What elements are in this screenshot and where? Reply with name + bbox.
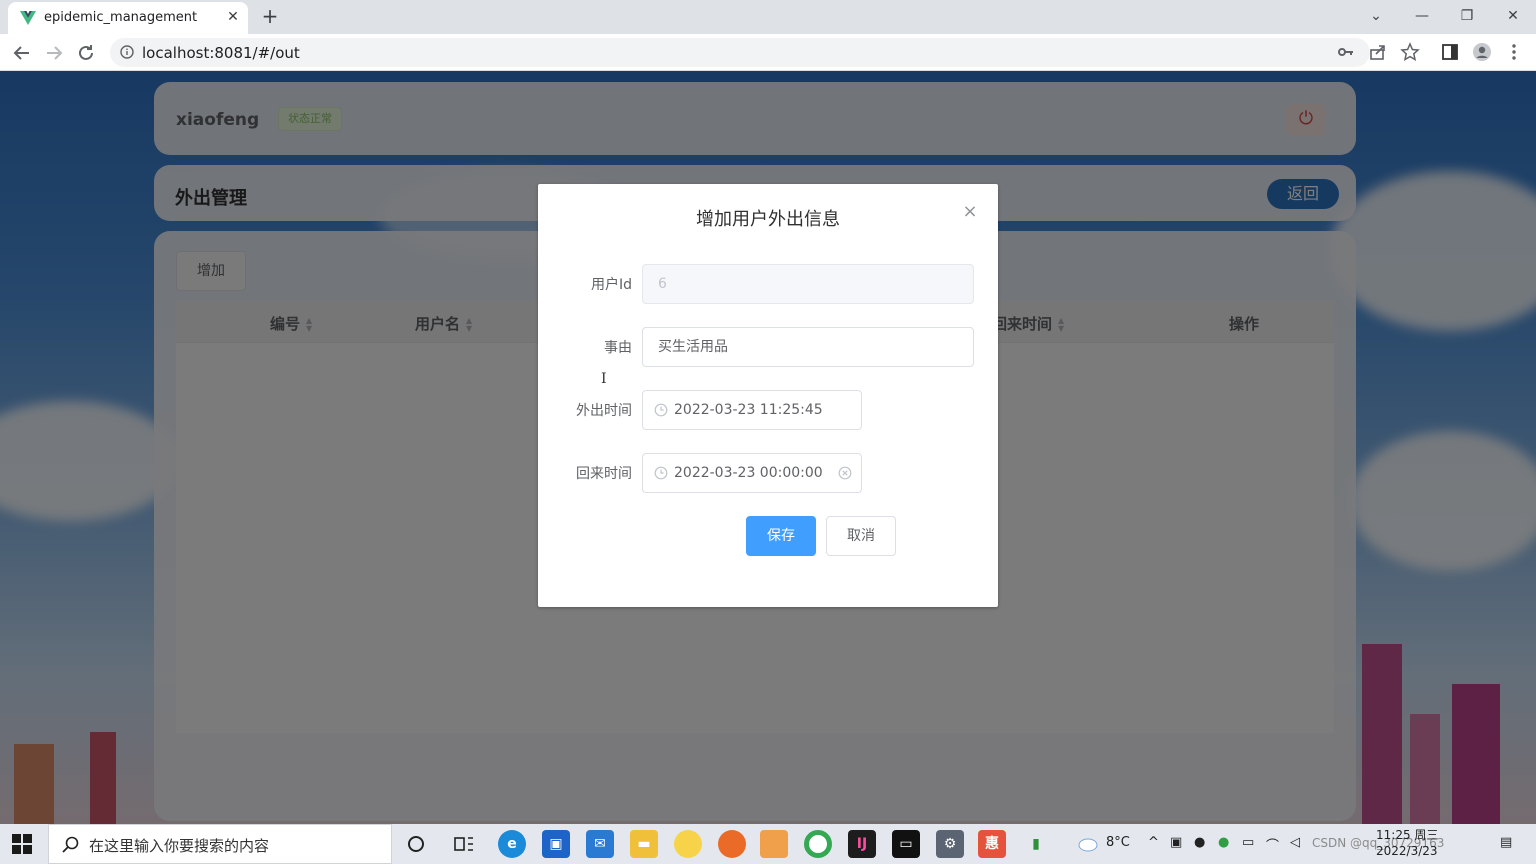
notes-app-icon[interactable] (674, 830, 702, 858)
browser-tab[interactable]: epidemic_management ✕ (8, 2, 248, 34)
tab-search-icon[interactable]: ⌄ (1362, 4, 1390, 28)
out-time-picker[interactable]: 2022-03-23 11:25:45 (642, 390, 862, 430)
site-info-icon[interactable] (120, 45, 134, 59)
windows-taskbar: 在这里输入你要搜索的内容 e ▣ ✉ ▬ IJ ▭ ⚙ 惠 ▮ 8°C ^ ▣ … (0, 824, 1536, 864)
qq-icon[interactable] (760, 830, 788, 858)
out-time-label: 外出时间 (576, 403, 632, 419)
notification-icon[interactable]: ▤ (1500, 835, 1512, 850)
tray-qq-icon[interactable]: ● (1194, 835, 1205, 850)
search-placeholder: 在这里输入你要搜索的内容 (89, 837, 270, 855)
clock-date: 2022/3/23 (1376, 844, 1438, 858)
taskbar-search-box[interactable]: 在这里输入你要搜索的内容 (48, 824, 392, 864)
more-menu-icon[interactable] (1504, 42, 1524, 62)
taskbar-clock[interactable]: 11:25 周三 2022/3/23 (1376, 827, 1438, 859)
add-out-info-dialog: 增加用户外出信息 × 用户Id 6 事由 买生活用品 外出时间 2022-03-… (538, 184, 998, 607)
tray-sync-icon[interactable]: ● (1218, 835, 1229, 850)
browser-toolbar: localhost:8081/#/out (0, 34, 1536, 71)
profile-avatar-icon[interactable] (1472, 42, 1492, 62)
reason-input[interactable]: 买生活用品 (642, 327, 974, 367)
bookmark-star-icon[interactable] (1400, 42, 1420, 62)
tray-volume-icon[interactable]: ◁ (1290, 835, 1300, 850)
new-tab-button[interactable]: + (258, 5, 282, 29)
windows-start-icon[interactable] (12, 834, 32, 854)
minimize-button[interactable]: — (1408, 4, 1436, 28)
chrome-icon[interactable] (804, 830, 832, 858)
browser-tab-strip: epidemic_management ✕ + ⌄ — ❐ ✕ (0, 0, 1536, 34)
user-id-label: 用户Id (590, 277, 632, 293)
dialog-close-icon[interactable]: × (960, 202, 980, 222)
clear-circle-icon[interactable] (838, 466, 852, 480)
save-button[interactable]: 保存 (746, 516, 816, 556)
back-arrow-icon[interactable] (10, 41, 34, 65)
edge-browser-icon[interactable]: e (498, 830, 526, 858)
store-icon[interactable]: ▣ (542, 830, 570, 858)
tab-title: epidemic_management (44, 10, 198, 25)
return-time-label: 回来时间 (576, 466, 632, 482)
url-text: localhost:8081/#/out (142, 44, 300, 62)
firefox-icon[interactable] (718, 830, 746, 858)
vue-logo-icon (20, 11, 36, 25)
terminal-icon[interactable]: ▭ (892, 830, 920, 858)
clock-icon (654, 466, 668, 480)
tab-close-icon[interactable]: ✕ (224, 8, 242, 26)
reason-label: 事由 (604, 340, 632, 356)
forward-arrow-icon[interactable] (42, 41, 66, 65)
return-time-picker[interactable]: 2022-03-23 00:00:00 (642, 453, 862, 493)
battery-app-icon[interactable]: ▮ (1022, 830, 1050, 858)
task-view-icon[interactable] (450, 830, 478, 858)
cortana-icon[interactable] (402, 830, 430, 858)
address-bar[interactable]: localhost:8081/#/out (110, 38, 1370, 67)
app-tool-icon[interactable]: ⚙ (936, 830, 964, 858)
reload-icon[interactable] (74, 41, 98, 65)
out-time-value: 2022-03-23 11:25:45 (674, 402, 823, 418)
return-time-value: 2022-03-23 00:00:00 (674, 465, 823, 481)
cancel-button[interactable]: 取消 (826, 516, 896, 556)
file-explorer-icon[interactable]: ▬ (630, 830, 658, 858)
intellij-idea-icon[interactable]: IJ (848, 830, 876, 858)
tray-chevron-up-icon[interactable]: ^ (1148, 835, 1159, 850)
mail-icon[interactable]: ✉ (586, 830, 614, 858)
weather-temperature[interactable]: 8°C (1106, 835, 1130, 850)
text-cursor-icon: I (601, 371, 607, 387)
window-close-button[interactable]: ✕ (1499, 4, 1527, 28)
side-panel-icon[interactable] (1440, 42, 1460, 62)
clock-icon (654, 403, 668, 417)
restore-button[interactable]: ❐ (1453, 4, 1481, 28)
weather-cloud-icon[interactable] (1076, 836, 1098, 852)
search-icon (62, 836, 79, 853)
tray-app-icon[interactable]: ▣ (1170, 835, 1182, 850)
key-icon[interactable] (1336, 42, 1356, 62)
dialog-title: 增加用户外出信息 (696, 209, 840, 230)
share-icon[interactable] (1368, 42, 1388, 62)
hui-app-icon[interactable]: 惠 (978, 830, 1006, 858)
user-id-input: 6 (642, 264, 974, 304)
tray-wifi-icon[interactable]: ⌒ (1266, 835, 1279, 854)
clock-time: 11:25 周三 (1376, 828, 1439, 842)
tray-battery-icon[interactable]: ▭ (1242, 835, 1254, 850)
